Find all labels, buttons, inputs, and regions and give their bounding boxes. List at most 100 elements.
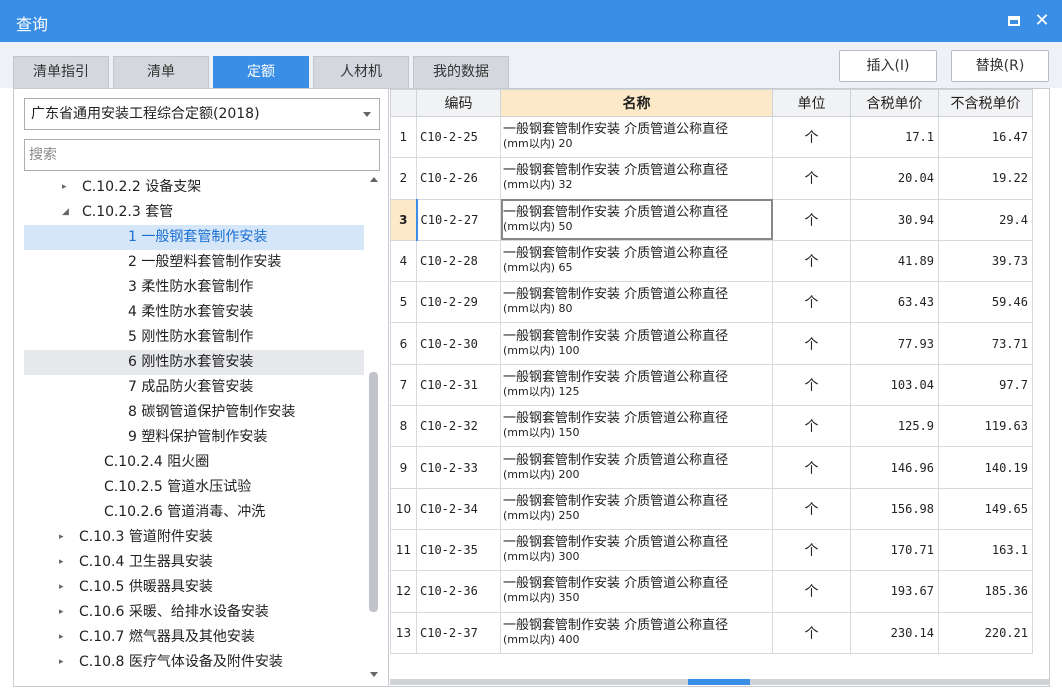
cell-name[interactable]: 一般钢套管制作安装 介质管道公称直径 (mm以内) 32 [500, 157, 773, 200]
cell-price-tax[interactable]: 170.71 [850, 528, 939, 572]
table-row[interactable]: 7 C10-2-31 一般钢套管制作安装 介质管道公称直径 (mm以内) 125 个 10… [390, 363, 1033, 407]
table-row[interactable]: 13 C10-2-37 一般钢套管制作安装 介质管道公称直径 (mm以内) 400 个 2… [390, 611, 1033, 654]
cell-code[interactable]: C10-2-31 [416, 363, 501, 407]
cell-unit[interactable]: 个 [772, 363, 851, 407]
cell-name[interactable]: 一般钢套管制作安装 介质管道公称直径 (mm以内) 80 [500, 281, 773, 324]
tree-node[interactable]: 1 一般钢套管制作安装 [24, 225, 364, 250]
tree-node[interactable]: 3 柔性防水套管制作 [24, 275, 364, 300]
cell-code[interactable]: C10-2-29 [416, 281, 501, 324]
tab-dinge[interactable]: 定额 [213, 56, 309, 88]
maximize-icon[interactable] [1002, 9, 1026, 33]
cell-name[interactable]: 一般钢套管制作安装 介质管道公称直径 (mm以内) 65 [500, 239, 773, 283]
cell-price-notax[interactable]: 39.73 [938, 239, 1033, 283]
tree-node[interactable]: C.10.2.6 管道消毒、冲洗 [24, 500, 364, 525]
search-input[interactable] [24, 139, 380, 171]
cell-price-tax[interactable]: 156.98 [850, 487, 939, 530]
header-name[interactable]: 名称 [500, 89, 773, 117]
cell-code[interactable]: C10-2-34 [416, 487, 501, 530]
cell-price-notax[interactable]: 220.21 [938, 611, 1033, 654]
cell-price-notax[interactable]: 59.46 [938, 281, 1033, 324]
cell-price-notax[interactable]: 163.1 [938, 528, 1033, 572]
cell-price-notax[interactable]: 119.63 [938, 405, 1033, 448]
tree-node[interactable]: ◢ C.10.2.3 套管 [24, 200, 364, 225]
tree-node[interactable]: 8 碳钢管道保护管制作安装 [24, 400, 364, 425]
cell-code[interactable]: C10-2-25 [416, 115, 501, 159]
tree-node[interactable]: ▸ C.10.4 卫生器具安装 [24, 550, 364, 575]
cell-unit[interactable]: 个 [772, 157, 851, 200]
close-icon[interactable]: ✕ [1030, 9, 1054, 33]
cell-code[interactable]: C10-2-26 [416, 157, 501, 200]
header-price-notax[interactable]: 不含税单价 [938, 89, 1033, 117]
table-row[interactable]: 3 C10-2-27 一般钢套管制作安装 介质管道公称直径 (mm以内) 50 个 30.… [390, 198, 1033, 241]
cell-price-tax[interactable]: 125.9 [850, 405, 939, 448]
cell-price-tax[interactable]: 103.04 [850, 363, 939, 407]
expand-icon[interactable]: ▸ [62, 175, 67, 200]
tab-qingdan[interactable]: 清单 [113, 56, 209, 88]
cell-code[interactable]: C10-2-28 [416, 239, 501, 283]
cell-price-tax[interactable]: 30.94 [850, 198, 939, 241]
library-select[interactable]: 广东省通用安装工程综合定额(2018) [24, 98, 380, 130]
tab-rencaiji[interactable]: 人材机 [313, 56, 409, 88]
cell-price-tax[interactable]: 20.04 [850, 157, 939, 200]
header-price-tax[interactable]: 含税单价 [850, 89, 939, 117]
expand-icon[interactable]: ▸ [59, 550, 64, 575]
cell-price-notax[interactable]: 16.47 [938, 115, 1033, 159]
cell-unit[interactable]: 个 [772, 281, 851, 324]
scroll-down-icon[interactable] [370, 672, 378, 677]
tree-node[interactable]: 5 刚性防水套管制作 [24, 325, 364, 350]
tree-node[interactable]: 4 柔性防水套管安装 [24, 300, 364, 325]
tree-node[interactable]: 2 一般塑料套管制作安装 [24, 250, 364, 275]
cell-price-notax[interactable]: 73.71 [938, 322, 1033, 365]
table-row[interactable]: 9 C10-2-33 一般钢套管制作安装 介质管道公称直径 (mm以内) 200 个 14… [390, 446, 1033, 489]
collapse-icon[interactable]: ◢ [62, 200, 69, 225]
cell-name[interactable]: 一般钢套管制作安装 介质管道公称直径 (mm以内) 200 [500, 446, 773, 489]
table-row[interactable]: 11 C10-2-35 一般钢套管制作安装 介质管道公称直径 (mm以内) 300 个 1… [390, 528, 1033, 572]
cell-name[interactable]: 一般钢套管制作安装 介质管道公称直径 (mm以内) 400 [500, 611, 773, 654]
cell-name[interactable]: 一般钢套管制作安装 介质管道公称直径 (mm以内) 50 [500, 198, 773, 241]
table-row[interactable]: 10 C10-2-34 一般钢套管制作安装 介质管道公称直径 (mm以内) 250 个 1… [390, 487, 1033, 530]
cell-name[interactable]: 一般钢套管制作安装 介质管道公称直径 (mm以内) 250 [500, 487, 773, 530]
cell-price-tax[interactable]: 63.43 [850, 281, 939, 324]
cell-name[interactable]: 一般钢套管制作安装 介质管道公称直径 (mm以内) 350 [500, 570, 773, 613]
table-row[interactable]: 12 C10-2-36 一般钢套管制作安装 介质管道公称直径 (mm以内) 350 个 1… [390, 570, 1033, 613]
header-code[interactable]: 编码 [416, 89, 501, 117]
table-hscrollbar[interactable] [390, 679, 1050, 685]
cell-price-tax[interactable]: 17.1 [850, 115, 939, 159]
cell-unit[interactable]: 个 [772, 322, 851, 365]
tab-qingdan-zhiyin[interactable]: 清单指引 [13, 56, 109, 88]
cell-name[interactable]: 一般钢套管制作安装 介质管道公称直径 (mm以内) 125 [500, 363, 773, 407]
cell-unit[interactable]: 个 [772, 405, 851, 448]
cell-code[interactable]: C10-2-36 [416, 570, 501, 613]
cell-name[interactable]: 一般钢套管制作安装 介质管道公称直径 (mm以内) 100 [500, 322, 773, 365]
cell-code[interactable]: C10-2-33 [416, 446, 501, 489]
tree-node[interactable]: 6 刚性防水套管安装 [24, 350, 364, 375]
scroll-thumb[interactable] [369, 372, 378, 612]
cell-unit[interactable]: 个 [772, 239, 851, 283]
cell-unit[interactable]: 个 [772, 446, 851, 489]
cell-unit[interactable]: 个 [772, 115, 851, 159]
cell-code[interactable]: C10-2-32 [416, 405, 501, 448]
cell-price-tax[interactable]: 193.67 [850, 570, 939, 613]
table-row[interactable]: 2 C10-2-26 一般钢套管制作安装 介质管道公称直径 (mm以内) 32 个 20.… [390, 157, 1033, 200]
tree-node[interactable]: ▸ C.10.3 管道附件安装 [24, 525, 364, 550]
cell-price-notax[interactable]: 97.7 [938, 363, 1033, 407]
cell-code[interactable]: C10-2-30 [416, 322, 501, 365]
scroll-up-icon[interactable] [370, 177, 378, 182]
expand-icon[interactable]: ▸ [59, 625, 64, 650]
cell-price-notax[interactable]: 19.22 [938, 157, 1033, 200]
cell-price-notax[interactable]: 29.4 [938, 198, 1033, 241]
cell-code[interactable]: C10-2-27 [415, 198, 501, 241]
cell-price-tax[interactable]: 77.93 [850, 322, 939, 365]
cell-price-notax[interactable]: 185.36 [938, 570, 1033, 613]
tree-node[interactable]: 9 塑料保护管制作安装 [24, 425, 364, 450]
cell-unit[interactable]: 个 [772, 198, 851, 241]
expand-icon[interactable]: ▸ [59, 650, 64, 675]
tree-node[interactable]: ▸ C.10.7 燃气器具及其他安装 [24, 625, 364, 650]
cell-name[interactable]: 一般钢套管制作安装 介质管道公称直径 (mm以内) 150 [500, 405, 773, 448]
cell-price-tax[interactable]: 230.14 [850, 611, 939, 654]
expand-icon[interactable]: ▸ [59, 600, 64, 625]
cell-code[interactable]: C10-2-35 [416, 528, 501, 572]
cell-price-notax[interactable]: 140.19 [938, 446, 1033, 489]
cell-price-notax[interactable]: 149.65 [938, 487, 1033, 530]
tree-node[interactable]: C.10.2.5 管道水压试验 [24, 475, 364, 500]
